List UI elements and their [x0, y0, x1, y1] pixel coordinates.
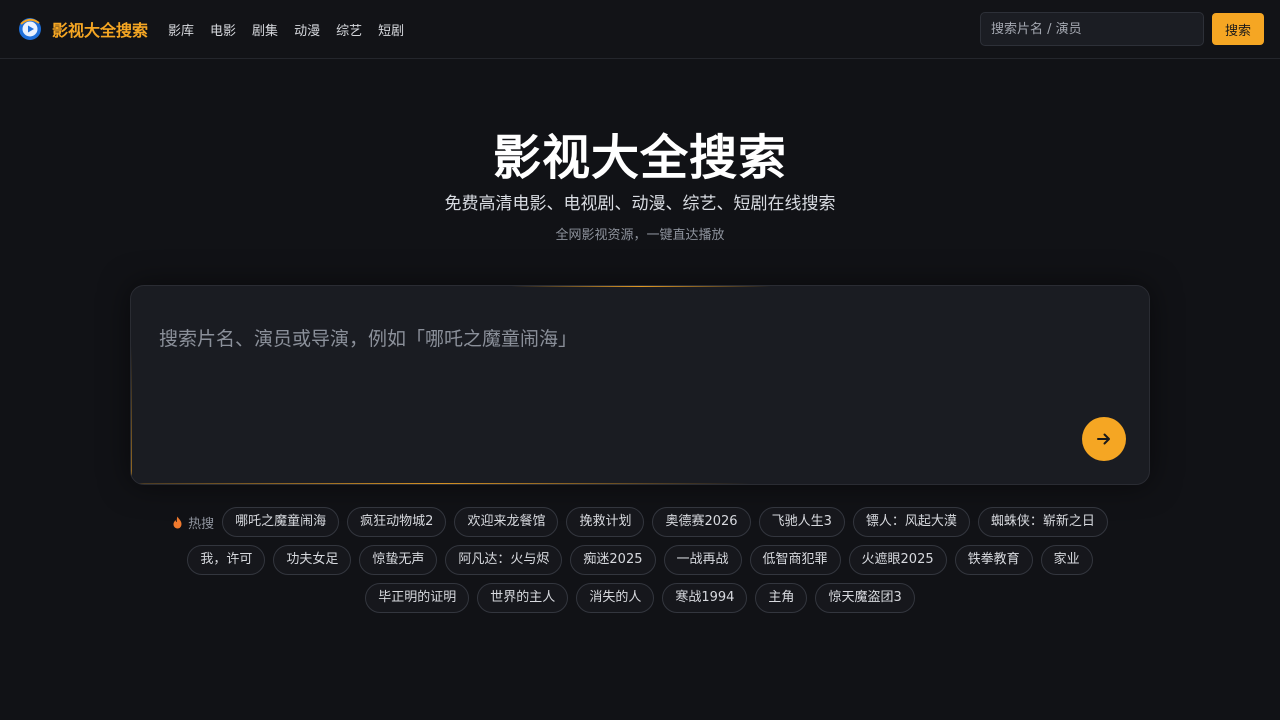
hot-search-tag[interactable]: 痴迷2025: [570, 545, 656, 575]
hot-search-tag[interactable]: 欢迎来龙餐馆: [454, 507, 559, 537]
search-submit-button[interactable]: [1082, 417, 1126, 461]
glow-accent-left: [131, 346, 132, 484]
hot-search-tag[interactable]: 镖人：风起大漠: [852, 507, 970, 537]
glow-accent-bottom: [131, 483, 751, 484]
main-search-panel: [130, 285, 1150, 485]
hot-search-tag[interactable]: 我，许可: [187, 545, 266, 575]
hot-search-tag[interactable]: 惊天魔盗团3: [815, 583, 915, 613]
hot-search-text: 热搜: [188, 516, 215, 532]
brand-name: 影视大全搜索: [52, 21, 149, 40]
logo-icon: [19, 18, 41, 40]
hot-search-tag[interactable]: 哪吒之魔童闹海: [222, 507, 340, 537]
hot-search-tag[interactable]: 功夫女足: [273, 545, 352, 575]
brand[interactable]: 影视大全搜索: [18, 17, 148, 41]
hot-search-tag[interactable]: 奥德赛2026: [652, 507, 751, 537]
hot-search-tag[interactable]: 消失的人: [576, 583, 655, 613]
hot-search-tag[interactable]: 寒战1994: [662, 583, 748, 613]
hot-search-list: 热搜 哪吒之魔童闹海 疯狂动物城2 欢迎来龙餐馆 挽救计划 奥德赛2026 飞驰人生3 镖人…: [140, 507, 1140, 613]
hot-search-tag[interactable]: 一战再战: [663, 545, 742, 575]
nav-item-library[interactable]: 影库: [168, 20, 194, 39]
hot-search-tag[interactable]: 惊蛰无声: [359, 545, 438, 575]
page-title: 影视大全搜索: [492, 130, 787, 186]
header-search-button[interactable]: 搜索: [1212, 13, 1264, 45]
flame-icon: [173, 516, 182, 528]
hot-search-label: 热搜: [172, 507, 214, 537]
hot-search-tag[interactable]: 疯狂动物城2: [347, 507, 447, 537]
page-tagline: 全网影视资源，一键直达播放: [555, 228, 725, 243]
nav-item-shorts[interactable]: 短剧: [378, 20, 404, 39]
hot-search-tag[interactable]: 毕正明的证明: [365, 583, 470, 613]
hot-search-tag[interactable]: 阿凡达：火与烬: [445, 545, 563, 575]
hot-search-tag[interactable]: 挽救计划: [566, 507, 645, 537]
main-search-input[interactable]: [159, 324, 1059, 444]
hot-search-tag[interactable]: 飞驰人生3: [758, 507, 845, 537]
main-nav: 影库 电影 剧集 动漫 综艺 短剧: [168, 20, 420, 39]
top-bar: 影视大全搜索 影库 电影 剧集 动漫 综艺 短剧 搜索: [0, 0, 1280, 59]
page-subtitle: 免费高清电影、电视剧、动漫、综艺、短剧在线搜索: [444, 194, 836, 214]
glow-accent-top: [511, 286, 771, 287]
hot-search-tag[interactable]: 蜘蛛侠：崭新之日: [977, 507, 1108, 537]
header-search-input[interactable]: [980, 12, 1204, 46]
nav-item-series[interactable]: 剧集: [252, 20, 278, 39]
arrow-right-icon: [1097, 433, 1110, 445]
hot-search-tag[interactable]: 家业: [1040, 545, 1093, 575]
hot-search-tag[interactable]: 火遮眼2025: [848, 545, 947, 575]
hot-search-tag[interactable]: 铁拳教育: [954, 545, 1033, 575]
hot-search-tag[interactable]: 主角: [755, 583, 808, 613]
nav-item-anime[interactable]: 动漫: [294, 20, 320, 39]
nav-item-movies[interactable]: 电影: [210, 20, 236, 39]
nav-item-variety[interactable]: 综艺: [336, 20, 362, 39]
hot-search-tag[interactable]: 低智商犯罪: [749, 545, 841, 575]
hot-search-tag[interactable]: 世界的主人: [477, 583, 569, 613]
